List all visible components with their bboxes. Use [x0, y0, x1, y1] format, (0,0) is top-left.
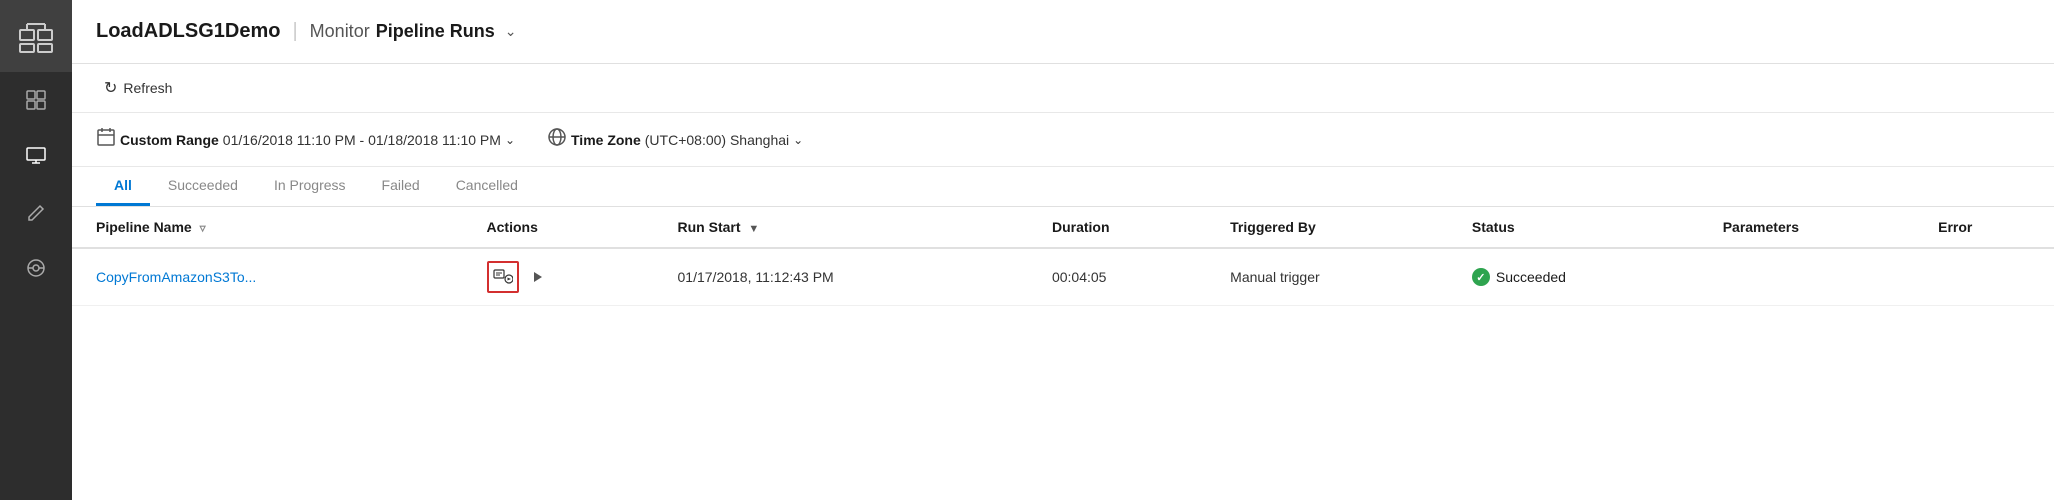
globe-icon	[547, 127, 567, 152]
timezone-value: (UTC+08:00) Shanghai	[645, 132, 789, 148]
run-start-sort-icon[interactable]: ▼	[748, 223, 759, 235]
timezone-label: Time Zone	[571, 132, 641, 148]
sidebar-item-home[interactable]	[0, 72, 72, 128]
status-badge: ✓ Succeeded	[1472, 268, 1691, 286]
refresh-button[interactable]: ↻ Refresh	[96, 74, 180, 102]
cell-error	[1922, 248, 2054, 306]
main-content: LoadADLSG1Demo | Monitor Pipeline Runs ⌄…	[72, 0, 2054, 500]
app-title: LoadADLSG1Demo	[96, 20, 280, 43]
range-value: 01/16/2018 11:10 PM - 01/18/2018 11:10 P…	[223, 132, 501, 148]
col-pipeline-name: Pipeline Name ▿	[72, 207, 471, 248]
col-duration: Duration	[1036, 207, 1214, 248]
pipeline-name-link[interactable]: CopyFromAmazonS3To...	[96, 269, 256, 285]
sidebar	[0, 0, 72, 500]
tab-succeeded[interactable]: Succeeded	[150, 167, 256, 206]
cell-duration: 00:04:05	[1036, 248, 1214, 306]
status-success-icon: ✓	[1472, 268, 1490, 286]
header-nav: Monitor Pipeline Runs ⌄	[310, 21, 517, 42]
range-dropdown-arrow: ⌄	[505, 133, 515, 147]
cell-status: ✓ Succeeded	[1456, 248, 1707, 306]
header-dropdown-icon[interactable]: ⌄	[505, 23, 517, 40]
filter-bar: Custom Range 01/16/2018 11:10 PM - 01/18…	[72, 113, 2054, 167]
cell-parameters	[1707, 248, 1922, 306]
pipeline-runs-table: Pipeline Name ▿ Actions Run Start ▼ Dura…	[72, 207, 2054, 500]
cell-actions	[471, 248, 662, 306]
calendar-icon	[96, 127, 116, 152]
header-page-title[interactable]: Pipeline Runs	[376, 21, 495, 42]
tab-all[interactable]: All	[96, 167, 150, 206]
col-parameters: Parameters	[1707, 207, 1922, 248]
sidebar-item-edit[interactable]	[0, 184, 72, 240]
header: LoadADLSG1Demo | Monitor Pipeline Runs ⌄	[72, 0, 2054, 64]
sidebar-logo	[0, 0, 72, 72]
col-triggered-by: Triggered By	[1214, 207, 1456, 248]
cell-triggered-by: Manual trigger	[1214, 248, 1456, 306]
toolbar: ↻ Refresh	[72, 64, 2054, 113]
col-status: Status	[1456, 207, 1707, 248]
range-label: Custom Range	[120, 132, 219, 148]
timezone-filter[interactable]: Time Zone (UTC+08:00) Shanghai ⌄	[547, 127, 803, 152]
cell-pipeline-name: CopyFromAmazonS3To...	[72, 248, 471, 306]
timezone-dropdown-arrow: ⌄	[793, 133, 803, 147]
sidebar-item-metrics[interactable]	[0, 240, 72, 296]
table-row: CopyFromAmazonS3To...	[72, 248, 2054, 306]
header-section: Monitor	[310, 21, 370, 42]
date-range-filter[interactable]: Custom Range 01/16/2018 11:10 PM - 01/18…	[96, 127, 515, 152]
refresh-label: Refresh	[123, 80, 172, 96]
table-header-row: Pipeline Name ▿ Actions Run Start ▼ Dura…	[72, 207, 2054, 248]
pipeline-filter-icon[interactable]: ▿	[200, 221, 206, 235]
tab-in-progress[interactable]: In Progress	[256, 167, 364, 206]
col-actions: Actions	[471, 207, 662, 248]
refresh-icon: ↻	[104, 78, 117, 98]
rerun-button[interactable]	[523, 263, 551, 291]
header-separator: |	[292, 20, 297, 43]
status-label: Succeeded	[1496, 269, 1566, 285]
tab-cancelled[interactable]: Cancelled	[438, 167, 536, 206]
col-error: Error	[1922, 207, 2054, 248]
action-buttons	[487, 261, 646, 293]
activity-runs-button[interactable]	[487, 261, 519, 293]
col-run-start: Run Start ▼	[662, 207, 1036, 248]
tabs-bar: All Succeeded In Progress Failed Cancell…	[72, 167, 2054, 207]
cell-run-start: 01/17/2018, 11:12:43 PM	[662, 248, 1036, 306]
sidebar-item-monitor[interactable]	[0, 128, 72, 184]
tab-failed[interactable]: Failed	[364, 167, 438, 206]
